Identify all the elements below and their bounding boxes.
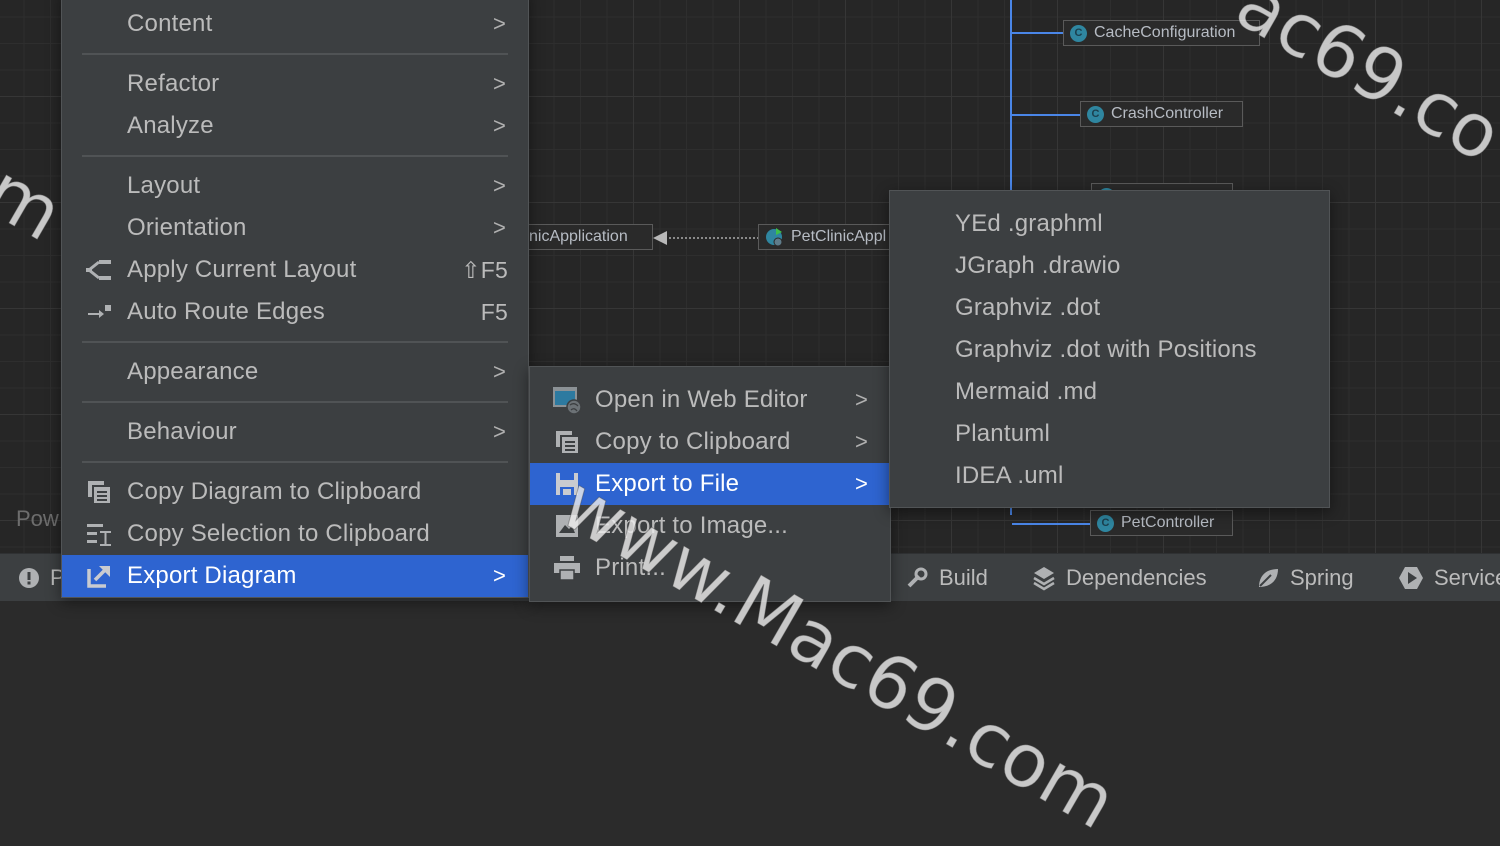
menu-item-print[interactable]: Print... xyxy=(530,547,890,589)
copy-selection-icon xyxy=(84,519,114,549)
menu-item-content[interactable]: Content > xyxy=(62,3,528,45)
diagram-context-menu: Content > Refactor > Analyze > Layout > … xyxy=(61,0,529,598)
export-icon xyxy=(84,561,114,591)
node-label: nicApplication xyxy=(529,228,628,245)
shortcut-label: ⇧F5 xyxy=(461,256,508,283)
menu-separator xyxy=(82,461,508,463)
menu-item-orientation[interactable]: Orientation > xyxy=(62,207,528,249)
spring-boot-app-icon xyxy=(765,227,785,247)
node-label: PetClinicAppl xyxy=(791,228,887,245)
menu-item-copy-diagram[interactable]: Copy Diagram to Clipboard xyxy=(62,471,528,513)
menu-item-jgraph-drawio[interactable]: JGraph .drawio xyxy=(890,245,1329,287)
chevron-right-icon: > xyxy=(854,471,868,496)
spring-icon xyxy=(1259,568,1278,587)
class-icon: C xyxy=(1097,514,1114,532)
chevron-right-icon: > xyxy=(492,173,506,198)
class-icon: C xyxy=(1070,24,1087,42)
menu-item-appearance[interactable]: Appearance > xyxy=(62,351,528,393)
chevron-right-icon: > xyxy=(492,419,506,444)
menu-item-apply-current-layout[interactable]: Apply Current Layout ⇧F5 xyxy=(62,249,528,291)
export-diagram-submenu: Open in Web Editor > Copy to Clipboard >… xyxy=(529,366,891,602)
chevron-right-icon: > xyxy=(492,563,506,588)
diagram-node-cache-configuration[interactable]: C CacheConfiguration xyxy=(1063,20,1260,46)
services-icon xyxy=(1399,566,1423,589)
menu-item-behaviour[interactable]: Behaviour > xyxy=(62,411,528,453)
save-icon xyxy=(552,469,582,499)
menu-item-copy-to-clipboard[interactable]: Copy to Clipboard > xyxy=(530,421,890,463)
tool-window-problems[interactable]: P xyxy=(18,554,65,601)
dependency-arrow xyxy=(656,237,759,239)
diagram-node-petclinic-application[interactable]: PetClinicAppl xyxy=(758,224,898,250)
build-icon xyxy=(907,567,928,587)
menu-item-refactor[interactable]: Refactor > xyxy=(62,63,528,105)
print-icon xyxy=(552,553,582,583)
menu-separator xyxy=(82,401,508,403)
shortcut-label: F5 xyxy=(480,298,508,325)
route-edges-icon xyxy=(84,297,114,327)
export-to-file-submenu: YEd .graphml JGraph .drawio Graphviz .do… xyxy=(889,190,1330,508)
tool-window-services[interactable]: Services xyxy=(1398,554,1500,601)
menu-item-auto-route-edges[interactable]: Auto Route Edges F5 xyxy=(62,291,528,333)
image-icon xyxy=(552,511,582,541)
chevron-right-icon: > xyxy=(854,387,868,412)
arrow-head-icon xyxy=(653,231,667,245)
diagram-node-crash-controller[interactable]: C CrashController xyxy=(1080,101,1243,127)
node-label: PetController xyxy=(1121,514,1215,531)
menu-item-plantuml[interactable]: Plantuml xyxy=(890,413,1329,455)
tool-window-spring[interactable]: Spring xyxy=(1256,554,1354,601)
class-icon: C xyxy=(1087,105,1104,123)
menu-item-yed-graphml[interactable]: YEd .graphml xyxy=(890,203,1329,245)
tool-window-dependencies[interactable]: Dependencies xyxy=(1032,554,1207,601)
web-editor-icon xyxy=(552,385,582,415)
edge-crash xyxy=(1012,114,1082,116)
menu-item-layout[interactable]: Layout > xyxy=(62,165,528,207)
chevron-right-icon: > xyxy=(492,215,506,240)
menu-item-export-to-image[interactable]: Export to Image... xyxy=(530,505,890,547)
dependencies-icon xyxy=(1033,566,1055,590)
menu-item-graphviz-dot[interactable]: Graphviz .dot xyxy=(890,287,1329,329)
menu-item-copy-selection[interactable]: Copy Selection to Clipboard xyxy=(62,513,528,555)
menu-separator xyxy=(82,341,508,343)
menu-item-open-web-editor[interactable]: Open in Web Editor > xyxy=(530,379,890,421)
left-panel-label: Pow xyxy=(16,506,59,531)
chevron-right-icon: > xyxy=(492,11,506,36)
problems-icon xyxy=(19,567,39,588)
diagram-node-pet-controller[interactable]: C PetController xyxy=(1090,510,1233,536)
chevron-right-icon: > xyxy=(492,359,506,384)
menu-item-idea-uml[interactable]: IDEA .uml xyxy=(890,455,1329,497)
node-label: CrashController xyxy=(1111,105,1224,122)
menu-item-mermaid-md[interactable]: Mermaid .md xyxy=(890,371,1329,413)
chevron-right-icon: > xyxy=(492,71,506,96)
menu-separator xyxy=(82,53,508,55)
menu-separator xyxy=(82,155,508,157)
apply-layout-icon xyxy=(84,255,114,285)
menu-item-graphviz-dot-positions[interactable]: Graphviz .dot with Positions xyxy=(890,329,1329,371)
node-label: CacheConfiguration xyxy=(1094,24,1236,41)
menu-item-export-to-file[interactable]: Export to File > xyxy=(530,463,890,505)
edge-pet xyxy=(1012,523,1090,525)
tool-window-build[interactable]: Build xyxy=(905,554,988,601)
menu-item-export-diagram[interactable]: Export Diagram > xyxy=(62,555,528,597)
copy-icon xyxy=(552,427,582,457)
copy-icon xyxy=(84,477,114,507)
menu-item-analyze[interactable]: Analyze > xyxy=(62,105,528,147)
chevron-right-icon: > xyxy=(854,429,868,454)
edge-cache xyxy=(1012,32,1064,34)
chevron-right-icon: > xyxy=(492,113,506,138)
